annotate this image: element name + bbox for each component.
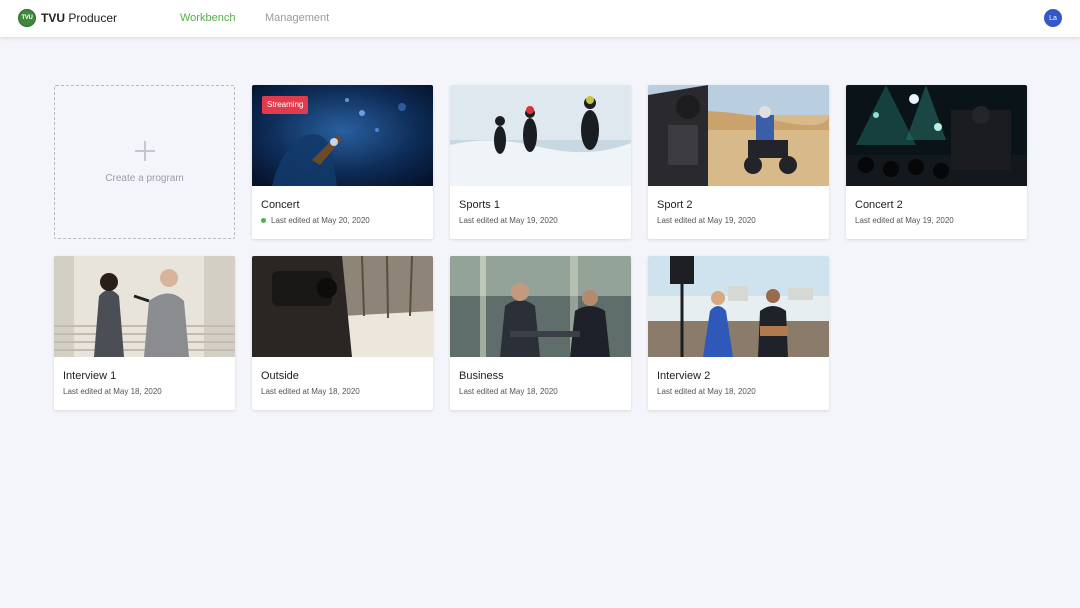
program-meta: Last edited at May 20, 2020 xyxy=(261,216,370,225)
program-meta: Last edited at May 18, 2020 xyxy=(261,387,360,396)
program-card-sports-1[interactable]: Sports 1 Last edited at May 19, 2020 xyxy=(450,85,631,239)
create-program-label: Create a program xyxy=(105,172,184,184)
program-card-interview-1[interactable]: Interview 1 Last edited at May 18, 2020 xyxy=(54,256,235,410)
program-card-business[interactable]: Business Last edited at May 18, 2020 xyxy=(450,256,631,410)
program-title: Sport 2 xyxy=(657,199,693,211)
streaming-badge: Streaming xyxy=(262,96,309,114)
program-thumbnail xyxy=(54,256,235,357)
program-meta: Last edited at May 18, 2020 xyxy=(63,387,162,396)
program-title: Sports 1 xyxy=(459,199,500,211)
program-meta: Last edited at May 18, 2020 xyxy=(459,387,558,396)
tvu-logo-icon: TVU xyxy=(18,9,36,27)
program-thumbnail xyxy=(252,256,433,357)
program-thumbnail xyxy=(450,85,631,186)
program-card-concert-2[interactable]: Concert 2 Last edited at May 19, 2020 xyxy=(846,85,1027,239)
program-thumbnail: Streaming xyxy=(252,85,433,186)
nav-tab-workbench[interactable]: Workbench xyxy=(180,12,235,24)
program-meta: Last edited at May 19, 2020 xyxy=(459,216,558,225)
top-bar: TVU TVU Producer Workbench Management La xyxy=(0,0,1080,37)
program-meta: Last edited at May 18, 2020 xyxy=(657,387,756,396)
app-logo[interactable]: TVU TVU Producer xyxy=(18,9,117,27)
nav-tab-management[interactable]: Management xyxy=(265,12,329,24)
program-title: Outside xyxy=(261,370,299,382)
program-thumbnail xyxy=(648,256,829,357)
program-thumbnail xyxy=(648,85,829,186)
program-meta: Last edited at May 19, 2020 xyxy=(657,216,756,225)
program-title: Business xyxy=(459,370,504,382)
user-avatar[interactable]: La xyxy=(1044,9,1062,27)
program-card-sport-2[interactable]: Sport 2 Last edited at May 19, 2020 xyxy=(648,85,829,239)
program-title: Concert xyxy=(261,199,300,211)
program-card-interview-2[interactable]: Interview 2 Last edited at May 18, 2020 xyxy=(648,256,829,410)
program-thumbnail xyxy=(450,256,631,357)
program-title: Interview 1 xyxy=(63,370,117,382)
plus-icon xyxy=(134,140,155,161)
program-thumbnail xyxy=(846,85,1027,186)
program-meta: Last edited at May 19, 2020 xyxy=(855,216,954,225)
program-title: Concert 2 xyxy=(855,199,903,211)
app-title: TVU Producer xyxy=(41,11,118,25)
program-title: Interview 2 xyxy=(657,370,711,382)
program-card-outside[interactable]: Outside Last edited at May 18, 2020 xyxy=(252,256,433,410)
create-program-button[interactable]: Create a program xyxy=(54,85,235,239)
program-card-concert[interactable]: Streaming Concert Last edited at May 20,… xyxy=(252,85,433,239)
live-status-dot-icon xyxy=(261,218,266,223)
